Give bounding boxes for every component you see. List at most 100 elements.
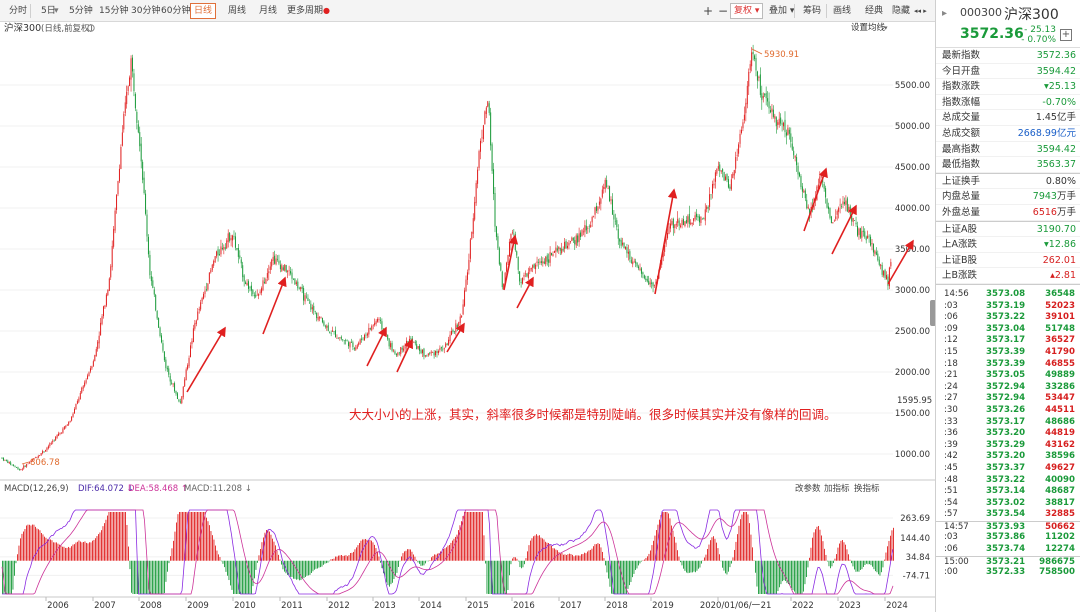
macd-bar (447, 545, 449, 561)
macd-bar (234, 560, 236, 594)
classic-button[interactable]: 经典 (862, 3, 886, 19)
candle-body (635, 261, 637, 264)
candle-body (830, 216, 832, 224)
period-tab-more[interactable]: 更多周期● (284, 3, 333, 19)
tick-row: :48 3573.22 40090 (936, 475, 1080, 487)
candle-body (698, 216, 700, 223)
tick-volume: 52023 (1045, 300, 1075, 311)
candle-body (265, 279, 267, 284)
candle-body (300, 287, 302, 289)
menu-icon[interactable]: ▸ (942, 8, 947, 19)
candle-body (195, 320, 197, 324)
chevron-down-icon[interactable]: ▾ (51, 3, 62, 19)
overlay-dropdown[interactable]: 叠加 ▾ (766, 3, 797, 19)
macd-bar (429, 560, 431, 561)
chips-button[interactable]: 筹码 (800, 3, 824, 19)
macd-bar (843, 542, 845, 561)
set-ma-button[interactable]: 设置均线 (851, 22, 886, 33)
macd-bar (869, 560, 870, 565)
period-tab-5min[interactable]: 5分钟 (66, 3, 96, 19)
fuquan-dropdown[interactable]: 复权 ▾ (730, 3, 764, 19)
nav-arrows-icon[interactable]: ◂◂ ▸ (911, 3, 930, 19)
period-tab-daily[interactable]: 日线 (190, 3, 217, 19)
candle-body (49, 443, 51, 447)
candle-body (72, 413, 74, 417)
candle-body (285, 265, 287, 273)
tick-row: :09 3573.04 51748 (936, 324, 1080, 336)
add-indicator-button[interactable]: 加指标 (824, 483, 850, 494)
macd-bar (690, 560, 692, 573)
period-tab-monthly[interactable]: 月线 (256, 3, 280, 19)
draw-line-button[interactable]: 画线 (830, 3, 854, 19)
candle-body (533, 263, 535, 268)
zoom-in-button[interactable]: + (700, 3, 716, 19)
candle-body (759, 74, 761, 95)
candle-body (259, 291, 261, 293)
candle-body (47, 446, 49, 449)
chevron-down-icon[interactable]: ▾ (884, 24, 888, 32)
candle-body (345, 340, 347, 341)
macd-bar (206, 517, 207, 561)
period-tab-weekly[interactable]: 周线 (225, 3, 249, 19)
candle-body (633, 261, 635, 263)
zoom-out-button[interactable]: − (715, 3, 731, 19)
candle-body (791, 143, 793, 150)
candle-body (8, 462, 10, 464)
candle-body (746, 85, 748, 105)
kline-chart[interactable]: 沪深300 (日线,前复权) 设置均线 ▾ 5500.00 5000.00 4500… (0, 22, 935, 612)
tick-row: :06 3573.74 12274 (936, 544, 1080, 556)
macd-bar (861, 560, 863, 570)
candle-body (619, 238, 621, 242)
candle-body (82, 386, 84, 389)
tick-volume: 41790 (1045, 346, 1075, 357)
candle-body (203, 293, 205, 299)
candle-body (40, 453, 42, 456)
candle-body (343, 340, 345, 341)
stat-label: 总成交额 (942, 127, 981, 139)
change-indicator-button[interactable]: 换指标 (854, 483, 880, 494)
period-tab-fenshi[interactable]: 分时 (6, 3, 30, 19)
candle-body (133, 73, 135, 91)
tick-time: :48 (944, 474, 958, 485)
macd-bar (57, 543, 59, 561)
macd-bar (255, 560, 257, 570)
macd-bar (62, 546, 63, 561)
add-watchlist-button[interactable]: + (1060, 29, 1072, 41)
macd-bar (639, 560, 641, 564)
stat-row: 上证B股 262.01 (936, 253, 1080, 269)
tick-list[interactable]: 14:56 3573.08 36548:03 3573.19 52023:06 3573.… (936, 289, 1080, 579)
change-param-button[interactable]: 改参数 (795, 483, 821, 494)
tick-row: :03 3573.19 52023 (936, 301, 1080, 313)
macd-bar (464, 512, 465, 561)
macd-bar (110, 512, 111, 561)
hide-button[interactable]: 隐藏 (889, 3, 913, 19)
macd-bar (288, 560, 290, 577)
more-period-label: 更多周期 (287, 6, 324, 16)
tick-volume: 46855 (1045, 358, 1075, 369)
candle-body (143, 177, 145, 194)
candle-body (751, 52, 753, 67)
tick-volume: 48686 (1045, 416, 1075, 427)
macd-bar (561, 553, 563, 561)
candle-body (466, 272, 468, 280)
period-tab-60min[interactable]: 60分钟 (158, 3, 193, 19)
candle-body (307, 297, 309, 301)
year-label: 2013 (374, 601, 396, 611)
candle-body (366, 333, 368, 336)
marker-price-label: 1595.95 (897, 396, 932, 406)
macd-bar (354, 549, 356, 561)
candle-body (419, 345, 421, 351)
macd-bar (522, 560, 524, 568)
candle-body (214, 256, 216, 263)
candle-body (155, 294, 157, 311)
candle-body (287, 271, 289, 272)
candle-body (100, 322, 102, 336)
macd-bar (834, 558, 836, 561)
tick-price: 3573.08 (986, 289, 1026, 299)
tick-time: :45 (944, 462, 958, 473)
candle-body (224, 247, 226, 249)
candle-body (87, 375, 89, 380)
candle-body (716, 168, 718, 174)
period-tab-15min[interactable]: 15分钟 (96, 3, 131, 19)
candle-body (475, 183, 477, 204)
